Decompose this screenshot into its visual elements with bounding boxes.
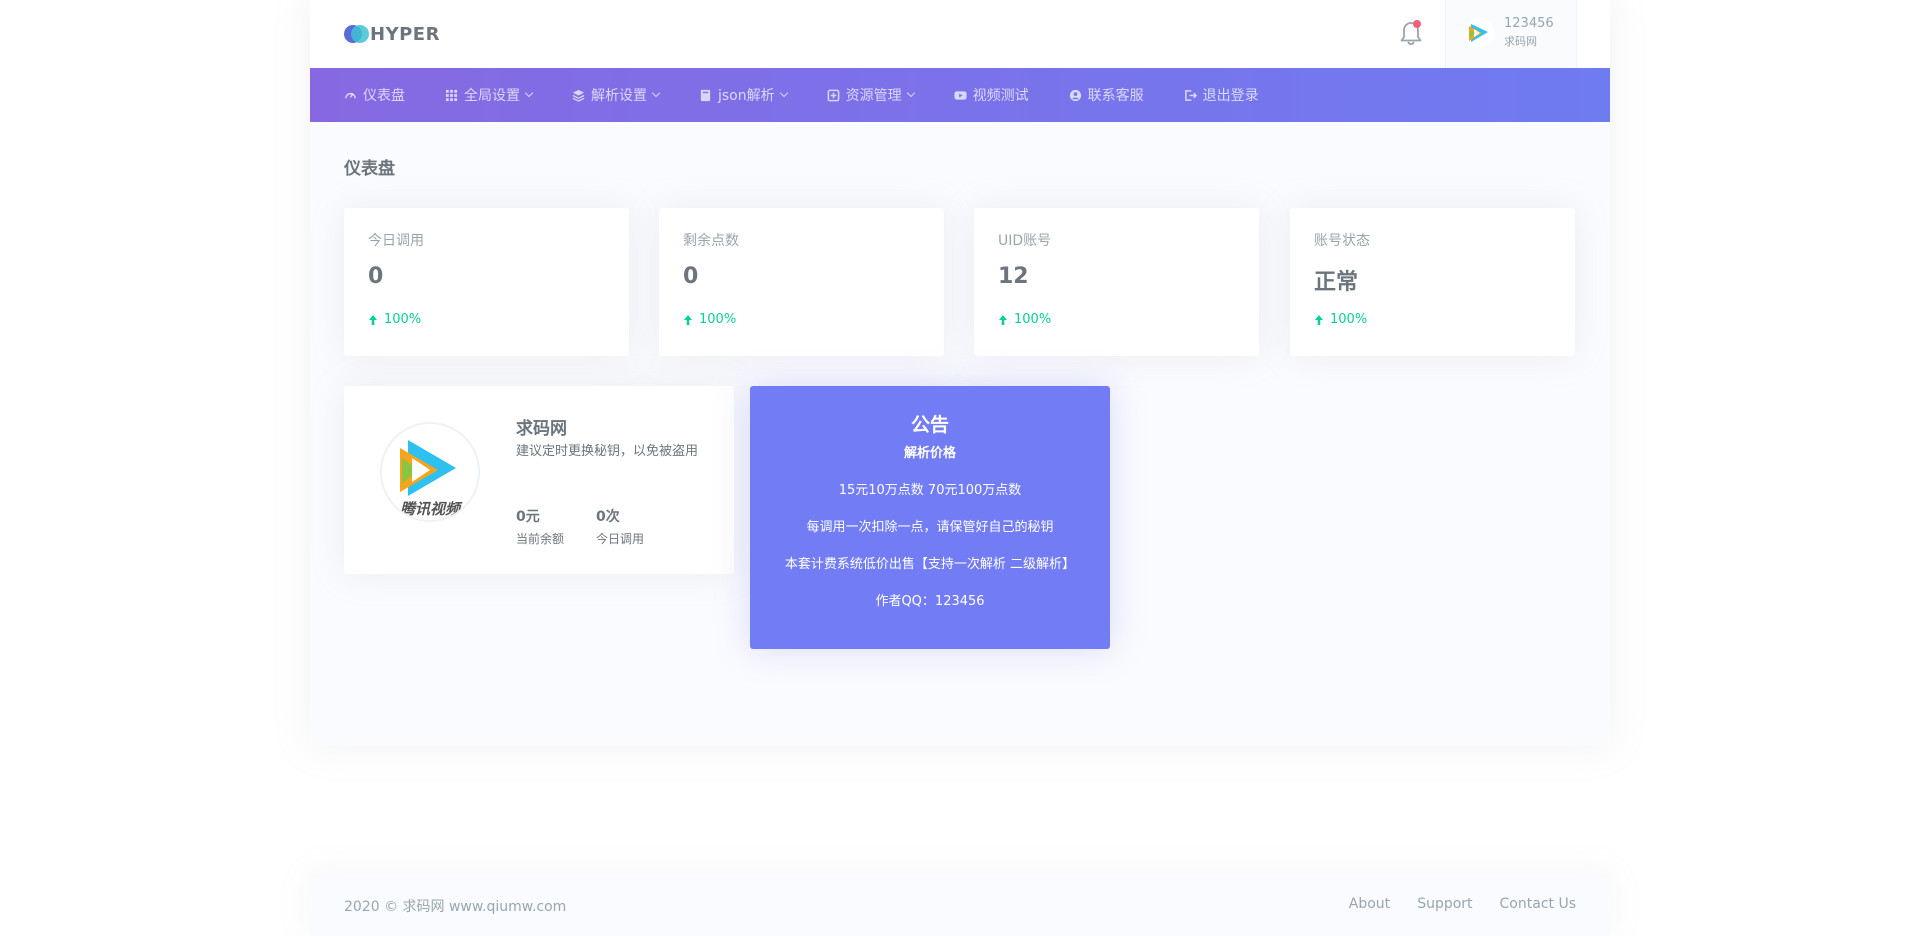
notice-title: 公告	[910, 414, 949, 436]
stat-label: 账号状态	[1314, 233, 1370, 249]
main-wrapper: HYPER 123456 求码网 仪表盘 全局设置 解析设置 json解析 资源…	[310, 0, 1610, 746]
notice-card: 公告 解析价格 15元10万点数 70元100万点数 每调用一次扣除一点，请保管…	[750, 386, 1110, 649]
footer: 2020 © 求码网 www.qiumw.com About Support C…	[310, 874, 1610, 936]
chevron-down-icon	[651, 88, 661, 98]
nav-item-label: 视频测试	[972, 88, 1029, 104]
notification-bell-icon[interactable]	[1398, 20, 1424, 48]
chevron-down-icon	[524, 88, 534, 98]
stat-label: 剩余点数	[683, 233, 739, 249]
logo-icon	[344, 25, 369, 43]
notice-line: 每调用一次扣除一点，请保管好自己的秘钥	[806, 520, 1054, 535]
user-avatar	[1464, 18, 1494, 48]
nav-item-dashboard[interactable]: 仪表盘	[344, 68, 405, 122]
nav-item-json-parse[interactable]: json解析	[699, 68, 788, 122]
stat-change: 100%	[683, 312, 736, 327]
notice-line: 15元10万点数 70元100万点数	[838, 483, 1022, 498]
logout-icon	[1184, 89, 1197, 101]
notice-line: 本套计费系统低价出售【支持一次解析 二级解析】	[784, 557, 1076, 572]
stat-change-value: 100%	[699, 312, 737, 327]
stat-change: 100%	[368, 312, 421, 327]
nav-item-global-settings[interactable]: 全局设置	[445, 68, 534, 122]
stat-label: UID账号	[998, 233, 1052, 249]
stat-value: 0	[683, 264, 699, 289]
nav-item-label: 仪表盘	[363, 88, 405, 104]
nav-item-video-test[interactable]: 视频测试	[954, 68, 1029, 122]
stat-change-value: 100%	[384, 312, 422, 327]
contact-icon	[1069, 89, 1081, 101]
balance-label: 当前余额	[516, 532, 565, 546]
stat-change-value: 100%	[1014, 312, 1052, 327]
arrow-up-icon	[369, 314, 377, 325]
footer-link-support[interactable]: Support	[1417, 896, 1472, 912]
nav-item-contact-support[interactable]: 联系客服	[1069, 68, 1144, 122]
profile-description: 建议定时更换秘钥，以免被盗用	[516, 444, 699, 459]
user-name: 123456	[1504, 16, 1554, 31]
footer-links: About Support Contact Us	[1322, 896, 1576, 912]
nav-item-label: 全局设置	[464, 88, 520, 104]
brand-logo[interactable]: HYPER	[344, 22, 440, 46]
layers-icon	[572, 89, 585, 102]
nav-item-logout[interactable]: 退出登录	[1184, 68, 1259, 122]
book-icon	[700, 89, 711, 101]
stat-card-uid-account: UID账号 12 100%	[974, 208, 1259, 356]
nav-item-label: 联系客服	[1087, 88, 1144, 104]
user-menu[interactable]: 123456 求码网	[1445, 0, 1577, 68]
footer-copyright: 2020 © 求码网 www.qiumw.com	[344, 899, 567, 915]
nav-item-label: json解析	[718, 88, 775, 104]
stat-value: 12	[998, 264, 1029, 289]
stat-change: 100%	[998, 312, 1051, 327]
page-title: 仪表盘	[344, 159, 395, 179]
stat-value: 正常	[1314, 270, 1359, 295]
stat-change: 100%	[1314, 312, 1367, 327]
balance-value: 0元	[516, 509, 540, 525]
stat-card-account-status: 账号状态 正常 100%	[1290, 208, 1575, 356]
stat-change-value: 100%	[1330, 312, 1368, 327]
grid-icon	[445, 89, 458, 101]
calls-label: 今日调用	[596, 532, 645, 546]
nav-item-resource-management[interactable]: 资源管理	[827, 68, 915, 122]
profile-card: 腾讯视频 求码网 建议定时更换秘钥，以免被盗用 0元 当前余额 0次 今日调用	[344, 386, 734, 574]
resource-icon	[827, 89, 839, 101]
chevron-down-icon	[779, 88, 788, 98]
nav-item-label: 解析设置	[591, 88, 647, 104]
footer-link-contact[interactable]: Contact Us	[1500, 896, 1576, 912]
notification-dot	[1413, 20, 1421, 28]
stat-card-today-calls: 今日调用 0 100%	[344, 208, 629, 356]
arrow-up-icon	[684, 314, 692, 325]
stat-value: 0	[368, 264, 384, 289]
chevron-down-icon	[906, 88, 915, 98]
arrow-up-icon	[1315, 314, 1323, 325]
topbar: HYPER 123456 求码网	[310, 0, 1610, 68]
nav-item-label: 退出登录	[1202, 88, 1259, 104]
profile-avatar: 腾讯视频	[380, 422, 480, 522]
top-navbar: 仪表盘 全局设置 解析设置 json解析 资源管理 视频测试 联系客服 退出登录	[310, 68, 1610, 122]
brand-name: HYPER	[370, 23, 440, 45]
avatar-logo-text: 腾讯视频	[399, 500, 463, 518]
user-role: 求码网	[1504, 35, 1537, 48]
video-icon	[954, 90, 967, 100]
calls-value: 0次	[596, 509, 620, 525]
arrow-up-icon	[999, 314, 1007, 325]
dashboard-icon	[345, 92, 356, 98]
stat-label: 今日调用	[368, 233, 424, 249]
profile-name: 求码网	[516, 419, 567, 439]
notice-subtitle: 解析价格	[903, 446, 956, 461]
nav-item-parse-settings[interactable]: 解析设置	[572, 68, 661, 122]
footer-link-about[interactable]: About	[1349, 896, 1390, 912]
notice-line: 作者QQ：123456	[875, 594, 985, 609]
stat-card-remaining-points: 剩余点数 0 100%	[659, 208, 944, 356]
nav-item-label: 资源管理	[845, 88, 902, 104]
